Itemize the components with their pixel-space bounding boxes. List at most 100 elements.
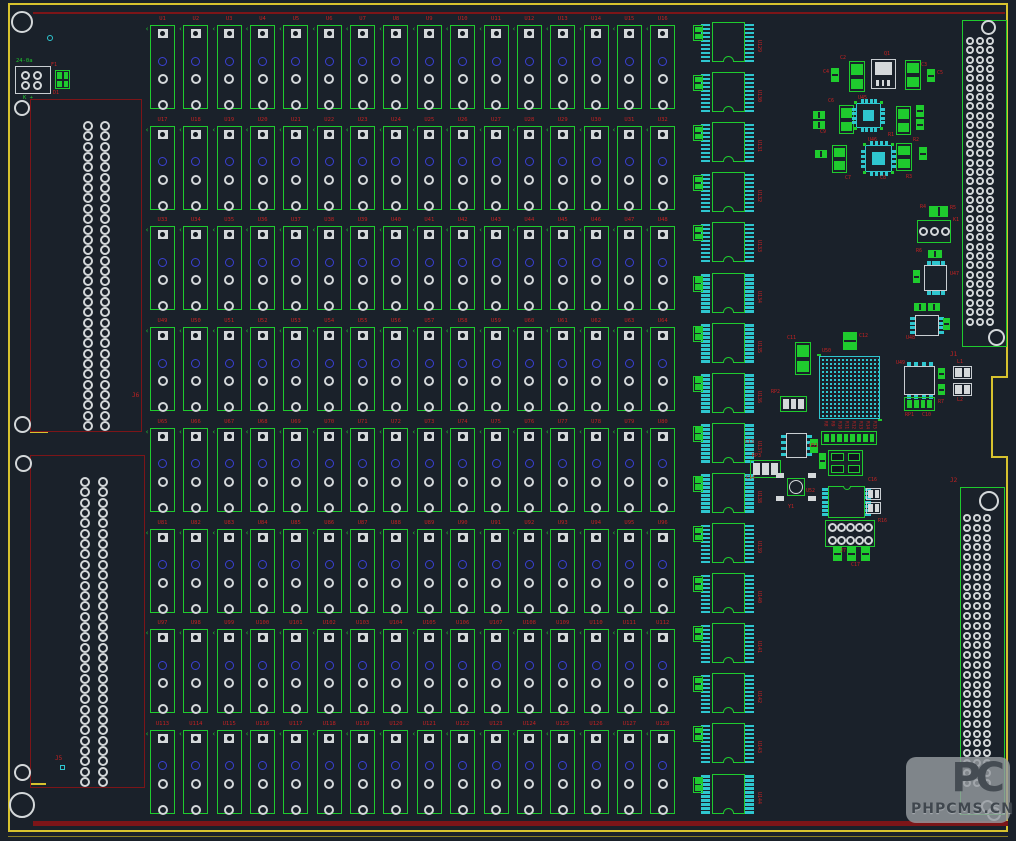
bga-ball <box>846 387 848 389</box>
pin1-marker-icon: ‹ <box>212 26 216 33</box>
pin1-hole <box>293 535 298 540</box>
bga-ball <box>842 371 844 373</box>
coil-pad <box>258 359 267 368</box>
bga-ball <box>838 411 840 413</box>
bga-ball <box>878 411 880 413</box>
smd-pad <box>745 336 754 339</box>
smd-pad <box>745 102 754 105</box>
bga-ball <box>878 371 880 373</box>
bga-ball <box>870 367 872 369</box>
bga-ball <box>834 371 836 373</box>
pad <box>868 504 873 512</box>
header-pad <box>846 523 855 532</box>
soic8-ic[interactable] <box>915 315 939 336</box>
contact-pad <box>591 477 601 487</box>
contact-pad <box>191 604 201 614</box>
bga-ball <box>874 415 876 417</box>
bga-ball <box>854 387 856 389</box>
contact-pad <box>658 678 668 688</box>
connector-pad <box>976 65 984 73</box>
pin1-marker-icon: ‹ <box>278 127 282 134</box>
header-pad <box>864 536 873 545</box>
pin1-marker-icon: ‹ <box>378 630 382 637</box>
bga-ball <box>822 363 824 365</box>
smd-pad <box>745 691 754 694</box>
smd-pad <box>701 294 710 297</box>
smd-pad <box>745 186 754 189</box>
contact-pad <box>158 604 168 614</box>
connector-pad <box>966 243 974 251</box>
connector-pad <box>983 671 991 679</box>
smd-pad <box>745 729 754 732</box>
bga-ball <box>854 383 856 385</box>
pin1-hole <box>594 635 599 640</box>
pcb-canvas[interactable]: PC PHPCMS.CN J6J5J1J2U1‹U2‹U3‹U4‹U5‹U6‹U… <box>0 0 1016 841</box>
connector-pad <box>83 328 93 338</box>
bga-ball <box>822 383 824 385</box>
smd-pad <box>701 410 710 413</box>
relay-ref-label: U94 <box>580 521 613 527</box>
soic8-ic[interactable] <box>786 433 807 458</box>
header-pad <box>837 536 846 545</box>
relay-ref-label: U108 <box>513 621 546 627</box>
relay-ref-label: U33 <box>146 218 179 224</box>
connector-pad <box>966 187 974 195</box>
dark-pad <box>848 465 861 473</box>
soic8-ic[interactable] <box>904 366 935 395</box>
pin1-marker-icon: ‹ <box>445 731 449 738</box>
pad <box>917 112 923 116</box>
pin1-marker-icon: ‹ <box>479 328 483 335</box>
smd-pad <box>701 398 710 401</box>
smd-pad <box>745 356 754 359</box>
bga-ball <box>862 387 864 389</box>
connector-pad <box>973 671 981 679</box>
board-outline-line <box>991 456 1007 458</box>
bga-ball <box>834 363 836 365</box>
smd-pad <box>745 78 754 81</box>
relay-ref-label: U53 <box>279 319 312 325</box>
contact-pad <box>458 604 468 614</box>
pin1-marker-icon: ‹ <box>445 127 449 134</box>
dip-ic[interactable] <box>828 486 865 518</box>
relay-ref-label: U5 <box>279 17 312 23</box>
coil-pad <box>492 459 501 468</box>
smd-pad <box>861 150 865 153</box>
smd-pad <box>745 711 754 714</box>
bga-ball <box>862 403 864 405</box>
pin1-marker-icon: ‹ <box>312 731 316 738</box>
smd-pad <box>701 498 710 501</box>
pin1-marker-icon: ‹ <box>145 530 149 537</box>
relay-ref-label: U110 <box>580 621 613 627</box>
coil-pad <box>558 661 567 670</box>
driver-ic-notch <box>723 256 734 262</box>
soic8-ic[interactable] <box>924 265 947 291</box>
connector-pad <box>973 583 981 591</box>
contact-pad <box>658 74 668 84</box>
pad <box>822 151 826 157</box>
smd-pad <box>910 326 915 329</box>
pin1-marker-icon: ‹ <box>278 731 282 738</box>
smd-pad <box>701 599 710 602</box>
contact-pad <box>258 301 268 311</box>
relay-ref-label: U79 <box>613 420 646 426</box>
contact-pad <box>158 704 168 714</box>
relay-ref-label: U42 <box>446 218 479 224</box>
smd-pad <box>701 707 710 710</box>
connector-pad <box>983 720 991 728</box>
smd-pad <box>745 625 754 628</box>
bga-ball <box>830 407 832 409</box>
connector-pad <box>963 534 971 542</box>
smd-pad <box>701 703 710 706</box>
relay-ref-label: U72 <box>379 420 412 426</box>
smd-pad <box>745 579 754 582</box>
bga-ball <box>842 359 844 361</box>
smd-pad <box>927 291 931 295</box>
power-terminal[interactable] <box>15 66 51 94</box>
pin1-marker-icon: ‹ <box>545 731 549 738</box>
dark-pad <box>848 453 861 461</box>
smd-pad <box>701 106 710 109</box>
smd-pad <box>745 394 754 397</box>
smd-pad <box>701 44 710 47</box>
connector-pad <box>983 563 991 571</box>
bga-ball <box>866 359 868 361</box>
